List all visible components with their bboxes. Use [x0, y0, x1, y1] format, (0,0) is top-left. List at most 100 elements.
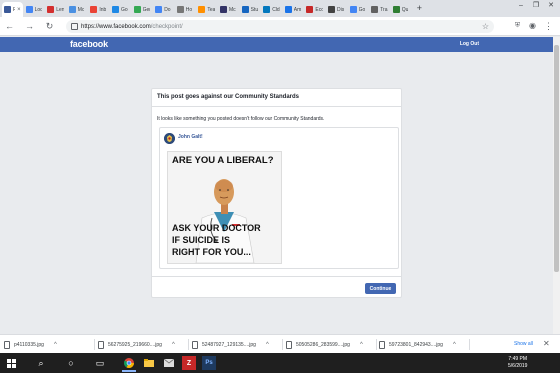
- facebook-logo[interactable]: facebook: [70, 39, 108, 49]
- tab-label: Do: [164, 6, 171, 13]
- chevron-up-icon[interactable]: ^: [453, 342, 456, 348]
- tab-favicon-icon: [371, 6, 379, 13]
- browser-tab[interactable]: Go: [348, 2, 369, 17]
- task-view-icon[interactable]: ○: [64, 356, 78, 370]
- download-item[interactable]: 56275925_219660....jpg ^: [98, 338, 175, 351]
- mail-icon[interactable]: [162, 356, 176, 370]
- download-filename: 52487927_129135....jpg: [202, 341, 256, 348]
- browser-tab[interactable]: Do: [153, 2, 174, 17]
- meme-bottom-line-3: RIGHT FOR YOU...: [172, 247, 251, 257]
- file-icon: [98, 340, 104, 349]
- logout-link[interactable]: Log Out: [460, 41, 479, 47]
- download-item[interactable]: 59723801_842943....jpg ^: [379, 338, 456, 351]
- maximize-button[interactable]: ❐: [529, 0, 543, 12]
- new-tab-button[interactable]: +: [414, 2, 424, 14]
- tab-favicon-icon: [4, 6, 11, 13]
- download-item[interactable]: 52487927_129135....jpg ^: [192, 338, 269, 351]
- task-view-icon[interactable]: ▭: [93, 356, 107, 370]
- scrollbar-thumb[interactable]: [554, 45, 559, 272]
- chevron-up-icon[interactable]: ^: [360, 342, 363, 348]
- reload-icon[interactable]: ↻: [44, 20, 55, 32]
- browser-tab[interactable]: Qu: [391, 2, 412, 17]
- chevron-up-icon[interactable]: ^: [172, 342, 175, 348]
- profile-icon[interactable]: ◉: [527, 20, 538, 32]
- back-icon[interactable]: ←: [4, 20, 15, 32]
- tab-label: Ger: [142, 6, 151, 13]
- download-item[interactable]: 50505286_283599....jpg ^: [286, 338, 363, 351]
- file-icon: [4, 340, 10, 349]
- tab-favicon-icon: [220, 6, 227, 13]
- tab-label: Eco: [315, 6, 323, 13]
- tab-favicon-icon: [263, 6, 271, 13]
- browser-tab[interactable]: Am: [283, 2, 304, 17]
- download-filename: p4110335.jpg: [14, 341, 44, 348]
- browser-tab[interactable]: Go: [110, 2, 131, 17]
- minimize-button[interactable]: –: [514, 0, 528, 12]
- download-filename: 59723801_842943....jpg: [389, 341, 443, 348]
- close-icon[interactable]: ✕: [543, 339, 550, 348]
- browser-tab[interactable]: Dis: [326, 2, 347, 17]
- divider: [282, 339, 283, 350]
- tab-label: Stu: [250, 6, 259, 13]
- chevron-up-icon[interactable]: ^: [266, 342, 269, 348]
- page-scrollbar[interactable]: [553, 37, 560, 334]
- browser-tab[interactable]: Inb: [88, 2, 109, 17]
- chrome-icon[interactable]: [122, 356, 136, 372]
- divider: [469, 339, 470, 350]
- close-window-button[interactable]: ✕: [544, 0, 558, 12]
- browser-tab[interactable]: Ger: [132, 2, 153, 17]
- tab-label: Dis: [337, 6, 345, 13]
- system-clock[interactable]: 7:49 PM 5/6/2019: [508, 356, 527, 370]
- tab-label: Ho: [185, 6, 193, 13]
- divider: [94, 339, 95, 350]
- show-all-downloads-button[interactable]: Show all: [514, 341, 533, 347]
- browser-tab[interactable]: Fa×: [2, 2, 23, 17]
- card-title: This post goes against our Community Sta…: [157, 94, 300, 100]
- post-image: ARE YOU A LIBERAL? ASK YOUR DOCTOR IF SU…: [167, 151, 282, 264]
- download-item[interactable]: p4110335.jpg ^: [4, 338, 57, 351]
- tab-favicon-icon: [392, 6, 400, 13]
- lock-icon: [71, 23, 78, 30]
- browser-tab[interactable]: Tea: [196, 2, 217, 17]
- meme-bottom-line-2: IF SUICIDE IS: [172, 235, 231, 245]
- tab-label: Am: [293, 6, 302, 13]
- menu-icon[interactable]: ⋮: [543, 20, 554, 32]
- search-icon[interactable]: ⌕: [34, 356, 48, 370]
- facebook-header: facebook Log Out: [0, 37, 553, 52]
- windows-taskbar: ⌕ ○ ▭ Z Ps 7:49 PM 5/6/2019: [0, 353, 560, 373]
- download-filename: 50505286_283599....jpg: [296, 341, 350, 348]
- browser-tab[interactable]: Tra: [369, 2, 390, 17]
- tab-label: Qu: [401, 6, 409, 13]
- avatar[interactable]: [164, 133, 175, 144]
- windows-start-icon[interactable]: [4, 356, 18, 370]
- continue-button[interactable]: Continue: [365, 283, 396, 294]
- browser-tab[interactable]: Mc: [67, 2, 88, 17]
- tab-favicon-icon: [68, 6, 76, 13]
- forward-icon[interactable]: →: [24, 20, 35, 32]
- browser-tab[interactable]: Loc: [24, 2, 45, 17]
- tab-favicon-icon: [306, 6, 314, 13]
- chevron-up-icon[interactable]: ^: [54, 342, 57, 348]
- file-icon: [379, 340, 385, 349]
- browser-tab[interactable]: Ho: [175, 2, 196, 17]
- file-explorer-icon[interactable]: [142, 356, 156, 370]
- bookmark-star-icon[interactable]: ☆: [482, 22, 489, 31]
- tab-favicon-icon: [112, 6, 119, 13]
- tab-label: Mc: [77, 6, 85, 13]
- tab-close-icon[interactable]: ×: [17, 7, 21, 13]
- post-author[interactable]: John Galt!: [178, 134, 203, 140]
- extension-icon[interactable]: ⛨: [512, 20, 523, 32]
- browser-tab[interactable]: Stu: [240, 2, 261, 17]
- browser-tab[interactable]: Eco: [304, 2, 325, 17]
- browser-tab[interactable]: Mc: [218, 2, 239, 17]
- photoshop-icon[interactable]: Ps: [202, 356, 216, 370]
- tab-favicon-icon: [90, 6, 98, 13]
- filezilla-icon[interactable]: Z: [182, 356, 196, 370]
- address-bar[interactable]: https://www.facebook.com/checkpoint/ ☆: [66, 20, 494, 33]
- tab-label: Len: [56, 6, 64, 13]
- meme-bottom-line-1: ASK YOUR DOCTOR: [172, 223, 261, 233]
- browser-tab[interactable]: Cld: [261, 2, 282, 17]
- browser-toolbar: ← → ↻ https://www.facebook.com/checkpoin…: [0, 17, 560, 36]
- tab-favicon-icon: [328, 6, 335, 13]
- browser-tab[interactable]: Len: [45, 2, 66, 17]
